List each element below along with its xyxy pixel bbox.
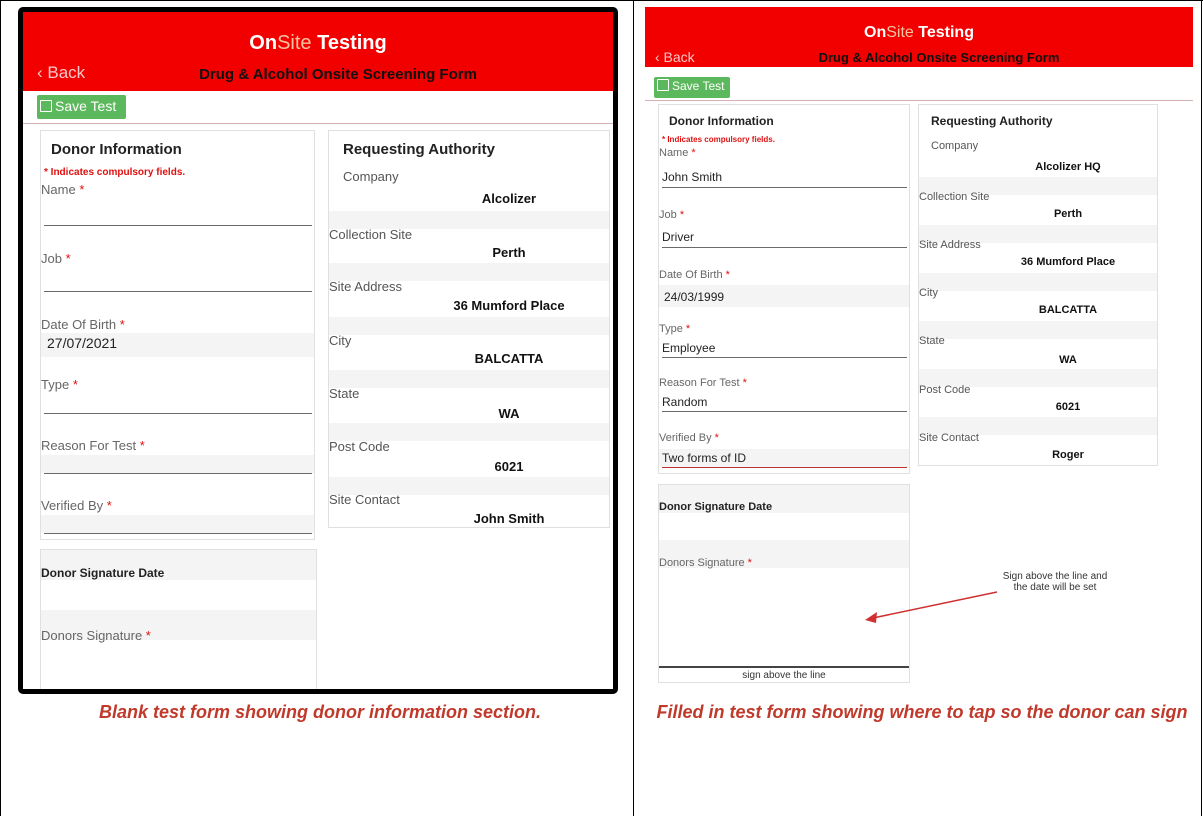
table-border-left [0,0,1,816]
city-value: BALCATTA [474,351,544,366]
site-contact-label: Site Contact [329,492,400,507]
filled-form-screenshot: OnSite Testing ‹ Back Drug & Alcohol Ons… [645,7,1193,683]
table-divider [633,0,634,816]
signature-pad[interactable] [41,648,316,689]
requesting-authority-panel: Requesting Authority Company Alcolizer C… [328,130,610,528]
post-code-value: 6021 [494,459,524,474]
type-underline [44,413,312,414]
job-label: Job * [41,251,71,266]
panel-title: Donor Information [51,141,182,158]
post-code-label: Post Code [329,439,390,454]
name-input[interactable] [44,201,314,223]
verified-by-input[interactable] [44,515,314,533]
dob-input[interactable]: 27/07/2021 [47,335,117,351]
reason-input[interactable] [44,455,314,473]
left-caption: Blank test form showing donor informatio… [98,702,542,722]
company-value: Alcolizer [481,191,537,206]
verified-underline [44,533,312,534]
site-contact-value: John Smith [473,511,545,526]
donor-signature-panel: Donor Signature Date Donors Signature * [40,549,317,689]
type-input[interactable] [44,393,314,413]
reason-label: Reason For Test * [41,438,145,453]
verified-by-label: Verified By * [41,498,112,513]
name-underline [44,225,312,226]
required-note: * Indicates compulsory fields. [44,167,186,178]
job-input[interactable] [44,269,314,291]
site-address-label: Site Address [329,279,402,294]
site-address-value: 36 Mumford Place [453,298,565,313]
company-label: Company [343,169,399,184]
reason-underline [44,473,312,474]
dob-label: Date Of Birth * [41,317,125,332]
job-underline [44,291,312,292]
blank-form-screenshot: OnSite Testing ‹ Back Drug & Alcohol Ons… [18,7,618,694]
row-divider-band [329,317,609,335]
onsite-testing-logo: OnSite Testing [249,32,387,54]
collection-site-value: Perth [492,245,526,260]
name-label: Name * [41,182,85,197]
city-label: City [329,333,352,348]
right-caption: Filled in test form showing where to tap… [656,702,1188,722]
row-divider-band [329,370,609,388]
header-divider [23,123,613,124]
floppy-disk-icon [40,100,52,112]
panel-title: Requesting Authority [343,141,495,158]
state-label: State [329,386,360,401]
donor-signature-date-label: Donor Signature Date [41,566,165,580]
donors-signature-label: Donors Signature * [41,628,151,643]
collection-site-label: Collection Site [329,227,413,242]
type-label: Type * [41,377,78,392]
state-value: WA [498,406,520,421]
app-header: OnSite Testing ‹ Back Drug & Alcohol Ons… [23,12,613,91]
table-border-top [0,0,1203,1]
arrow-icon [865,591,998,623]
form-title: Drug & Alcohol Onsite Screening Form [199,66,477,83]
save-test-button[interactable]: Save Test [37,95,126,119]
donor-information-panel: Donor Information * Indicates compulsory… [40,130,315,540]
save-test-label: Save Test [55,98,117,114]
table-border-right [1201,0,1202,816]
